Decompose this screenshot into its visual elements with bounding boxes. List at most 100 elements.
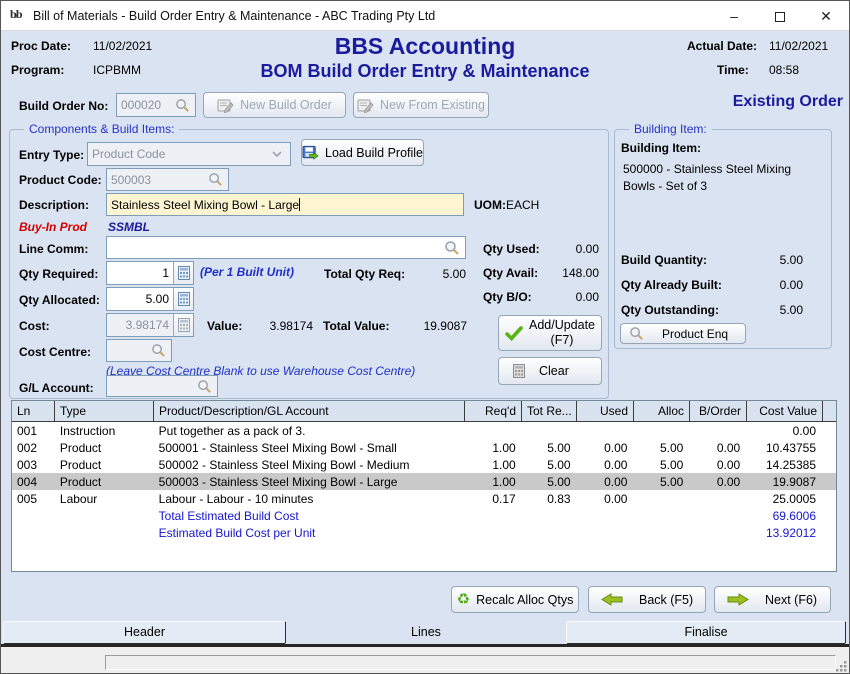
table-cell: 5.00	[521, 458, 576, 472]
search-icon[interactable]	[443, 237, 461, 258]
description-input[interactable]: Stainless Steel Mixing Bowl - Large	[106, 193, 464, 216]
build-order-input[interactable]: 000020	[116, 93, 196, 117]
load-build-profile-button[interactable]: Load Build Profile	[301, 139, 424, 166]
table-cell: 0.00	[688, 441, 745, 455]
calculator-icon[interactable]	[173, 288, 193, 310]
next-button[interactable]: Next (F6)	[714, 586, 831, 613]
table-cell: 1.00	[464, 458, 521, 472]
table-cell: 13.92012	[745, 526, 821, 540]
qty-required-input[interactable]: 1	[106, 261, 194, 285]
build-order-label: Build Order No:	[19, 99, 108, 113]
resize-grip[interactable]	[835, 660, 848, 673]
table-row[interactable]: 003Product500002 - Stainless Steel Mixin…	[12, 456, 836, 473]
table-row[interactable]: Estimated Build Cost per Unit13.92012	[12, 524, 836, 541]
total-qty-req-value: 5.00	[411, 267, 466, 281]
product-code-input[interactable]: 500003	[106, 168, 229, 191]
buy-in-prod-flag: Buy-In Prod	[19, 220, 87, 234]
col-used[interactable]: Used	[577, 401, 634, 421]
building-item-label: Building Item:	[621, 141, 701, 155]
maximize-button[interactable]	[759, 1, 801, 31]
clear-calculator-icon	[513, 364, 525, 378]
components-legend: Components & Build Items:	[24, 122, 179, 136]
table-cell: 5.00	[521, 475, 576, 489]
table-row[interactable]: 004Product500003 - Stainless Steel Mixin…	[12, 473, 836, 490]
qty-avail-label: Qty Avail:	[483, 266, 538, 280]
table-cell: 002	[12, 441, 55, 455]
qty-outstanding-value: 5.00	[741, 303, 803, 317]
gl-account-input[interactable]	[106, 375, 218, 397]
col-alloc[interactable]: Alloc	[634, 401, 690, 421]
table-row[interactable]: 001InstructionPut together as a pack of …	[12, 422, 836, 439]
qty-avail-value: 148.00	[537, 266, 599, 280]
table-row[interactable]: 002Product500001 - Stainless Steel Mixin…	[12, 439, 836, 456]
tab-lines[interactable]: Lines	[351, 625, 501, 639]
tab-finalise[interactable]: Finalise	[566, 621, 846, 644]
line-comm-input[interactable]	[106, 236, 466, 259]
table-cell: 0.00	[688, 475, 745, 489]
line-comm-label: Line Comm:	[19, 242, 88, 256]
build-quantity-label: Build Quantity:	[621, 253, 707, 267]
cost-centre-label: Cost Centre:	[19, 345, 91, 359]
table-cell: 5.00	[632, 458, 688, 472]
add-update-button[interactable]: Add/Update(F7)	[498, 315, 602, 351]
col-ln[interactable]: Ln	[12, 401, 55, 421]
table-cell: 004	[12, 475, 55, 489]
value-label: Value:	[207, 319, 242, 333]
table-cell: Labour	[55, 492, 154, 506]
table-cell: Product	[55, 458, 154, 472]
table-cell: 003	[12, 458, 55, 472]
chevron-down-icon	[268, 151, 286, 157]
time-value: 08:58	[769, 63, 799, 77]
table-cell: 001	[12, 424, 55, 438]
recalc-alloc-button[interactable]: ♻ Recalc Alloc Qtys	[451, 586, 579, 613]
arrow-left-icon	[601, 593, 623, 606]
search-icon[interactable]	[173, 94, 191, 116]
window-title: Bill of Materials - Build Order Entry & …	[33, 1, 435, 31]
col-border[interactable]: B/Order	[690, 401, 747, 421]
qty-bo-label: Qty B/O:	[483, 290, 532, 304]
col-costvalue[interactable]: Cost Value	[747, 401, 823, 421]
value-amount: 3.98174	[251, 319, 313, 333]
table-cell: 0.17	[464, 492, 521, 506]
minimize-button[interactable]: –	[713, 1, 755, 31]
col-reqd[interactable]: Req'd	[465, 401, 522, 421]
col-product[interactable]: Product/Description/GL Account	[154, 401, 465, 421]
calculator-icon[interactable]	[173, 262, 193, 284]
cost-centre-input[interactable]	[106, 339, 172, 362]
description-label: Description:	[19, 198, 89, 212]
qty-outstanding-label: Qty Outstanding:	[621, 303, 719, 317]
search-icon[interactable]	[195, 376, 213, 396]
status-panel	[105, 655, 836, 670]
search-icon[interactable]	[149, 340, 167, 361]
table-cell: 10.43755	[745, 441, 821, 455]
entry-type-label: Entry Type:	[19, 148, 84, 162]
col-totreq[interactable]: Tot Re...	[522, 401, 577, 421]
new-build-order-button[interactable]: New Build Order	[203, 92, 346, 118]
qty-allocated-input[interactable]: 5.00	[106, 287, 194, 311]
new-from-existing-button[interactable]: New From Existing	[353, 92, 489, 118]
table-cell: 5.00	[521, 441, 576, 455]
load-profile-icon	[302, 145, 319, 161]
table-row[interactable]: Total Estimated Build Cost69.6006	[12, 507, 836, 524]
lines-table: Ln Type Product/Description/GL Account R…	[11, 400, 837, 572]
cost-input[interactable]: 3.98174	[106, 313, 194, 337]
per-built-unit-hint: (Per 1 Built Unit)	[200, 265, 294, 279]
col-type[interactable]: Type	[55, 401, 154, 421]
table-header-row: Ln Type Product/Description/GL Account R…	[12, 401, 836, 422]
back-button[interactable]: Back (F5)	[588, 586, 706, 613]
build-quantity-value: 5.00	[741, 253, 803, 267]
table-cell: 500001 - Stainless Steel Mixing Bowl - S…	[154, 441, 464, 455]
table-cell: 500003 - Stainless Steel Mixing Bowl - L…	[154, 475, 464, 489]
total-value-label: Total Value:	[323, 319, 389, 333]
search-icon[interactable]	[206, 169, 224, 190]
table-cell: 0.00	[576, 441, 633, 455]
clear-button[interactable]: Clear	[498, 357, 602, 385]
recycle-icon: ♻	[457, 592, 470, 607]
table-row[interactable]: 005LabourLabour - Labour - 10 minutes0.1…	[12, 490, 836, 507]
product-enq-button[interactable]: Product Enq	[620, 323, 746, 344]
table-cell: Product	[55, 441, 154, 455]
tab-header[interactable]: Header	[3, 621, 286, 644]
close-button[interactable]: ✕	[805, 1, 847, 31]
total-qty-req-label: Total Qty Req:	[324, 267, 405, 281]
entry-type-select[interactable]: Product Code	[87, 142, 291, 166]
